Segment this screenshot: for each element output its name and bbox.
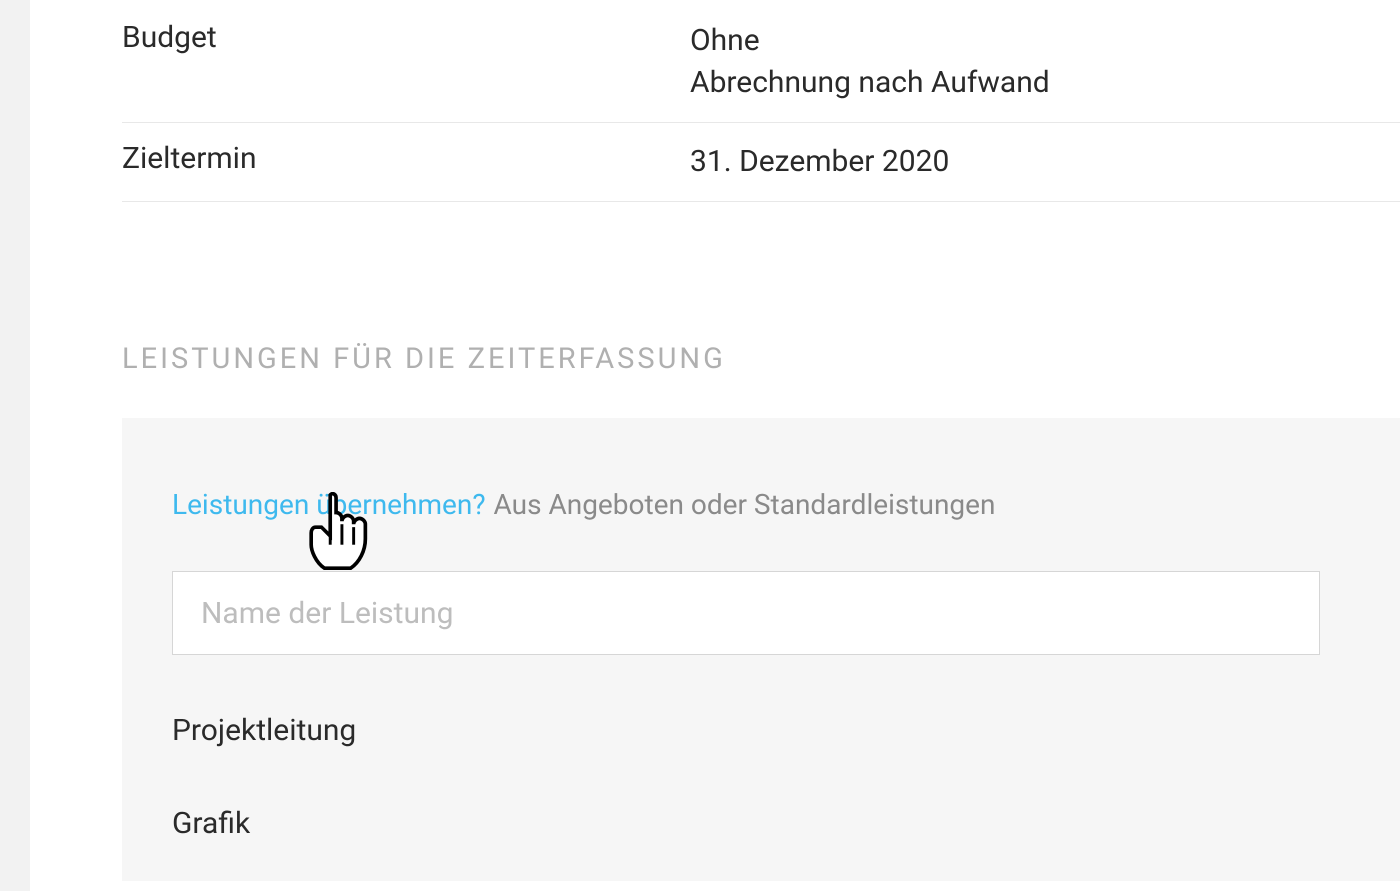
service-item[interactable]: Grafik xyxy=(172,806,1350,841)
import-services-description: Aus Angeboten oder Standardleistungen xyxy=(494,488,996,521)
service-name-input[interactable] xyxy=(172,571,1320,655)
deadline-label: Zieltermin xyxy=(122,141,690,183)
deadline-value: 31. Dezember 2020 xyxy=(690,141,949,183)
import-services-row: Leistungen übernehmen? Aus Angeboten ode… xyxy=(172,488,1350,521)
budget-row: Budget Ohne Abrechnung nach Aufwand xyxy=(122,0,1400,123)
services-section-heading: LEISTUNGEN FÜR DIE ZEITERFASSUNG xyxy=(30,342,1400,376)
services-panel: Leistungen übernehmen? Aus Angeboten ode… xyxy=(122,418,1400,881)
budget-label: Budget xyxy=(122,20,690,104)
budget-value: Ohne Abrechnung nach Aufwand xyxy=(690,20,1050,104)
deadline-row: Zieltermin 31. Dezember 2020 xyxy=(122,123,1400,202)
main-panel: Budget Ohne Abrechnung nach Aufwand Ziel… xyxy=(30,0,1400,891)
service-item[interactable]: Projektleitung xyxy=(172,713,1350,748)
budget-value-line1: Ohne xyxy=(690,20,1050,62)
import-services-link[interactable]: Leistungen übernehmen? xyxy=(172,488,486,521)
budget-value-line2: Abrechnung nach Aufwand xyxy=(690,62,1050,104)
project-info-section: Budget Ohne Abrechnung nach Aufwand Ziel… xyxy=(30,0,1400,202)
